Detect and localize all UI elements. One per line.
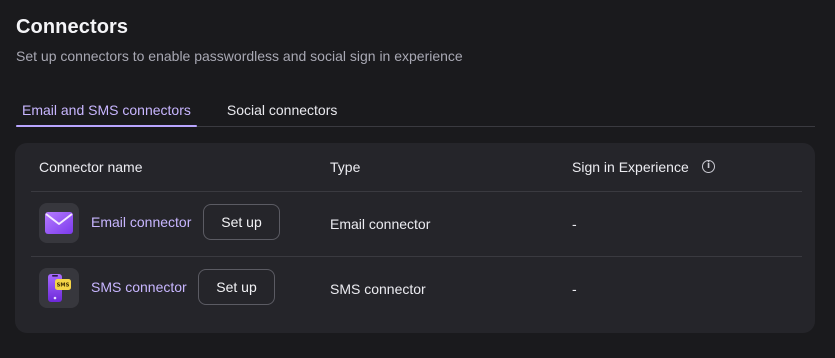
tab-social-connectors[interactable]: Social connectors	[227, 94, 338, 126]
connector-type: SMS connector	[330, 281, 426, 297]
page-title: Connectors	[16, 16, 129, 38]
page-subtitle: Set up connectors to enable passwordless…	[16, 48, 463, 64]
connector-name[interactable]: Email connector	[91, 214, 191, 230]
connector-type: Email connector	[330, 216, 431, 232]
column-header-type: Type	[330, 159, 361, 175]
sms-phone-icon: SMS	[39, 268, 79, 308]
svg-text:SMS: SMS	[57, 283, 70, 289]
connector-name[interactable]: SMS connector	[91, 279, 187, 295]
table-header: Connector name Type Sign in Experience i	[15, 143, 815, 191]
table-row: Email connector Set up Email connector -	[15, 192, 815, 256]
connectors-table: Connector name Type Sign in Experience i	[15, 143, 815, 333]
set-up-button[interactable]: Set up	[203, 204, 280, 240]
column-header-sign-in-experience: Sign in Experience	[572, 159, 689, 175]
connector-tabs: Email and SMS connectors Social connecto…	[16, 94, 815, 127]
set-up-button[interactable]: Set up	[198, 269, 275, 305]
column-header-connector-name: Connector name	[39, 159, 143, 175]
table-row: SMS SMS connector Set up SMS connector -	[15, 257, 815, 321]
connectors-page: Connectors Set up connectors to enable p…	[0, 0, 835, 358]
sign-in-experience-value: -	[572, 216, 577, 232]
info-icon[interactable]: i	[702, 160, 715, 173]
tab-email-sms-connectors[interactable]: Email and SMS connectors	[16, 94, 197, 127]
sign-in-experience-value: -	[572, 281, 577, 297]
envelope-icon	[39, 203, 79, 243]
